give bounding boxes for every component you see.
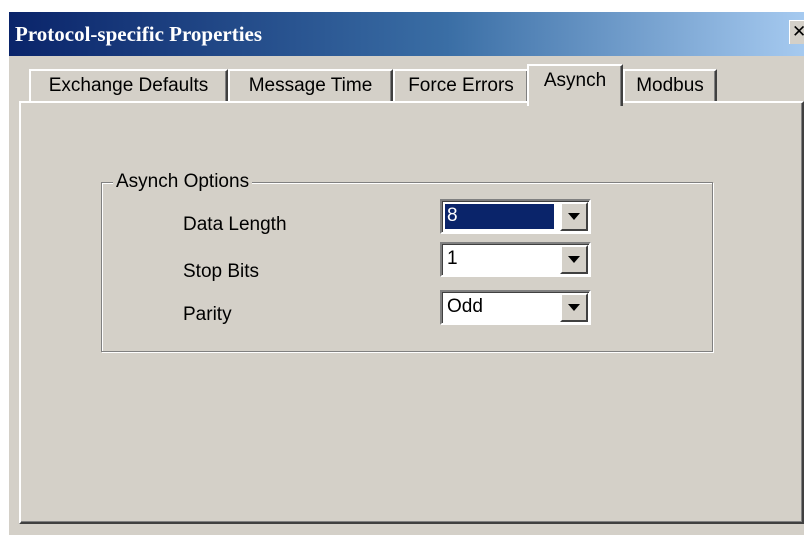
title-bar[interactable]: Protocol-specific Properties ✕ [9,12,804,56]
tab-panel-asynch: Asynch Options Data Length 8 Stop Bits 1… [19,101,804,524]
stop-bits-dropdown-button[interactable] [560,245,588,274]
tab-label: Modbus [636,75,704,96]
tab-label: Message Time [248,75,373,96]
close-icon: ✕ [792,22,804,42]
tab-exchange-defaults[interactable]: Exchange Defaults [29,69,228,102]
stop-bits-dropdown[interactable]: 1 [440,242,591,277]
data-length-dropdown[interactable]: 8 [440,199,591,234]
parity-dropdown[interactable]: Odd [440,290,591,325]
properties-dialog: Protocol-specific Properties ✕ Exchange … [8,12,804,535]
chevron-down-icon [568,256,580,263]
close-button[interactable]: ✕ [789,20,804,44]
tab-label: Force Errors [408,75,514,96]
group-title: Asynch Options [113,171,253,193]
data-length-label: Data Length [183,214,287,235]
stop-bits-value: 1 [447,248,458,269]
data-length-dropdown-button[interactable] [560,202,588,231]
tab-force-errors[interactable]: Force Errors [393,69,529,102]
tab-message-time[interactable]: Message Time [228,69,393,102]
tab-label: Exchange Defaults [48,75,209,96]
window-title: Protocol-specific Properties [15,22,263,46]
data-length-value: 8 [445,204,554,229]
tab-asynch[interactable]: Asynch [527,64,623,106]
chevron-down-icon [568,304,580,311]
stop-bits-label: Stop Bits [183,261,260,282]
tab-modbus[interactable]: Modbus [623,69,717,102]
chevron-down-icon [568,213,580,220]
parity-label: Parity [183,304,232,325]
tab-label: Asynch [543,70,607,91]
parity-value: Odd [447,296,483,317]
parity-dropdown-button[interactable] [560,293,588,322]
